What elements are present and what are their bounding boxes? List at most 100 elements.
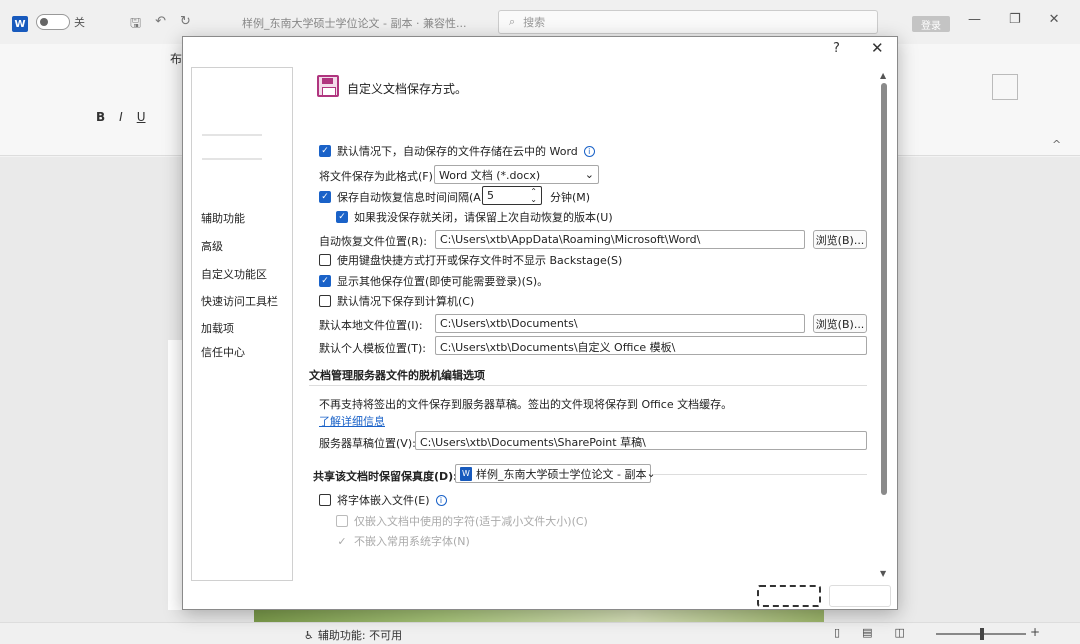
options-nav: 辅助功能 高级 自定义功能区 快速访问工具栏 加载项 信任中心 — [191, 67, 293, 581]
dialog-close-button[interactable]: ✕ — [871, 39, 884, 57]
save-format-value: Word 文档 (*.docx) — [439, 168, 541, 182]
autosave-toggle[interactable]: 关 — [36, 14, 85, 30]
no-backstage-label: 使用键盘快捷方式打开或保存文件时不显示 Backstage(S) — [337, 254, 623, 267]
styles-gallery-icon[interactable] — [992, 74, 1018, 100]
autorecover-minutes-stepper[interactable]: 5 ⌃ ⌄ — [482, 186, 542, 205]
local-location-field[interactable]: C:\Users\xtb\Documents\ — [435, 314, 805, 333]
nav-item-trust-center[interactable]: 信任中心 — [201, 344, 245, 360]
save-to-computer-option[interactable]: 默认情况下保存到计算机(C) — [319, 293, 474, 309]
view-buttons: ▯ ▤ ◫ — [834, 626, 905, 639]
fidelity-section-title: 共享该文档时保留保真度(D): — [313, 470, 458, 483]
autorecover-label: 保存自动恢复信息时间间隔(A) — [337, 191, 486, 204]
search-icon: ⌕ — [509, 15, 516, 28]
embed-used-only-option: 仅嵌入文档中使用的字符(适于减小文件大小)(C) — [336, 513, 588, 529]
no-backstage-option[interactable]: 使用键盘快捷方式打开或保存文件时不显示 Backstage(S) — [319, 252, 622, 268]
embed-fonts-label: 将字体嵌入文件(E) — [337, 494, 430, 507]
show-other-locations-checkbox[interactable]: ✓ — [319, 275, 331, 287]
cloud-autosave-checkbox[interactable]: ✓ — [319, 145, 331, 157]
keep-last-version-label: 如果我没保存就关闭，请保留上次自动恢复的版本(U) — [354, 211, 613, 224]
restore-icon[interactable]: ❐ — [1009, 12, 1021, 27]
search-placeholder: 搜索 — [523, 16, 546, 29]
save-to-computer-label: 默认情况下保存到计算机(C) — [337, 295, 475, 308]
scroll-down-icon[interactable]: ▼ — [880, 569, 886, 578]
cloud-autosave-option[interactable]: ✓ 默认情况下，自动保存的文件存储在云中的 Word i — [319, 143, 595, 159]
minimize-icon[interactable]: — — [968, 12, 981, 27]
drafts-location-label: 服务器草稿位置(V): — [319, 437, 416, 450]
undo-icon[interactable]: ↶ — [155, 14, 166, 36]
no-backstage-checkbox[interactable] — [319, 254, 331, 266]
autorecover-minutes-value: 5 — [487, 189, 494, 202]
local-location-label: 默认本地文件位置(I): — [319, 319, 423, 332]
floppy-save-icon — [317, 75, 339, 97]
save-format-select[interactable]: Word 文档 (*.docx) ⌄ — [434, 165, 599, 184]
scrollbar-thumb[interactable] — [881, 83, 887, 495]
word-logo-icon: W — [12, 16, 28, 32]
zoom-in-icon[interactable]: + — [1030, 625, 1040, 639]
info-icon[interactable]: i — [435, 494, 447, 506]
keep-last-version-checkbox[interactable]: ✓ — [336, 211, 348, 223]
autorecover-checkbox[interactable]: ✓ — [319, 191, 331, 203]
spin-arrows-icon[interactable]: ⌃ ⌄ — [530, 187, 537, 204]
login-button[interactable]: 登录 — [912, 16, 950, 32]
nav-item-accessibility[interactable]: 辅助功能 — [201, 210, 245, 226]
chevron-down-icon: ⌄ — [584, 168, 594, 181]
accessibility-label: 辅助功能: 不可用 — [317, 629, 403, 642]
nav-divider — [202, 134, 262, 136]
status-bar — [0, 622, 1080, 644]
embed-used-only-checkbox — [336, 515, 348, 527]
underline-button[interactable]: U — [137, 110, 146, 124]
close-icon[interactable]: ✕ — [1049, 12, 1060, 27]
fidelity-document-select[interactable]: W 样例_东南大学硕士学位论文 - 副本 ⌄ — [455, 464, 656, 483]
embed-used-only-label: 仅嵌入文档中使用的字符(适于减小文件大小)(C) — [354, 515, 588, 528]
nav-item-quick-access[interactable]: 快速访问工具栏 — [201, 293, 278, 309]
show-other-locations-option[interactable]: ✓ 显示其他保存位置(即使可能需要登录)(S)。 — [319, 273, 548, 289]
autorecover-option[interactable]: ✓ 保存自动恢复信息时间间隔(A) — [319, 189, 485, 205]
template-location-field[interactable]: C:\Users\xtb\Documents\自定义 Office 模板\ — [435, 336, 867, 355]
redo-icon[interactable]: ↻ — [180, 14, 191, 36]
zoom-slider-thumb[interactable] — [980, 628, 984, 640]
accessibility-status[interactable]: ♿ 辅助功能: 不可用 — [304, 627, 402, 643]
ribbon-tab[interactable]: 布 — [170, 50, 182, 67]
save-format-label: 将文件保存为此格式(F): — [319, 170, 437, 183]
section-divider — [653, 474, 867, 475]
toggle-icon — [36, 14, 70, 30]
help-button[interactable]: ? — [833, 41, 840, 56]
save-icon[interactable]: 🖫 — [130, 14, 141, 36]
drafts-location-field[interactable]: C:\Users\xtb\Documents\SharePoint 草稿\ — [415, 431, 867, 450]
section-divider — [309, 385, 867, 386]
quick-access-toolbar: 🖫 ↶ ↻ — [130, 14, 191, 36]
format-buttons: B I U — [96, 110, 146, 124]
print-layout-icon[interactable]: ▤ — [862, 626, 872, 639]
bold-button[interactable]: B — [96, 110, 105, 124]
read-mode-icon[interactable]: ▯ — [834, 626, 840, 639]
check-icon: ✓ — [337, 534, 347, 548]
minutes-unit-label: 分钟(M) — [550, 191, 591, 204]
search-input[interactable]: ⌕ 搜索 — [498, 10, 878, 34]
word-document-icon: W — [460, 466, 472, 481]
cancel-button[interactable] — [829, 585, 891, 607]
browse-autorecover-button[interactable]: 浏览(B)... — [813, 230, 867, 249]
offline-notice: 不再支持将签出的文件保存到服务器草稿。签出的文件现将保存到 Office 文档缓… — [319, 398, 733, 411]
learn-more-link[interactable]: 了解详细信息 — [319, 413, 385, 429]
embed-fonts-option[interactable]: 将字体嵌入文件(E) i — [319, 492, 447, 508]
browse-local-button[interactable]: 浏览(B)... — [813, 314, 867, 333]
nav-item-customize-ribbon[interactable]: 自定义功能区 — [201, 266, 267, 282]
show-other-locations-label: 显示其他保存位置(即使可能需要登录)(S)。 — [337, 275, 549, 288]
keep-last-version-option[interactable]: ✓ 如果我没保存就关闭，请保留上次自动恢复的版本(U) — [336, 209, 613, 225]
nav-divider — [202, 158, 262, 160]
info-icon[interactable]: i — [583, 145, 595, 157]
nav-item-addins[interactable]: 加载项 — [201, 320, 234, 336]
no-common-fonts-label: 不嵌入常用系统字体(N) — [354, 535, 470, 548]
fidelity-document-value: 样例_东南大学硕士学位论文 - 副本 — [476, 467, 647, 481]
italic-button[interactable]: I — [119, 110, 123, 124]
autorecover-location-field[interactable]: C:\Users\xtb\AppData\Roaming\Microsoft\W… — [435, 230, 805, 249]
web-layout-icon[interactable]: ◫ — [894, 626, 904, 639]
embed-fonts-checkbox[interactable] — [319, 494, 331, 506]
save-to-computer-checkbox[interactable] — [319, 295, 331, 307]
nav-item-advanced[interactable]: 高级 — [201, 238, 223, 254]
no-common-fonts-option: ✓ 不嵌入常用系统字体(N) — [336, 533, 470, 549]
ok-button[interactable] — [757, 585, 821, 607]
cloud-autosave-label: 默认情况下，自动保存的文件存储在云中的 Word — [337, 145, 578, 158]
scroll-up-icon[interactable]: ▲ — [880, 71, 886, 80]
ribbon-collapse-icon[interactable]: ^ — [1052, 138, 1061, 151]
